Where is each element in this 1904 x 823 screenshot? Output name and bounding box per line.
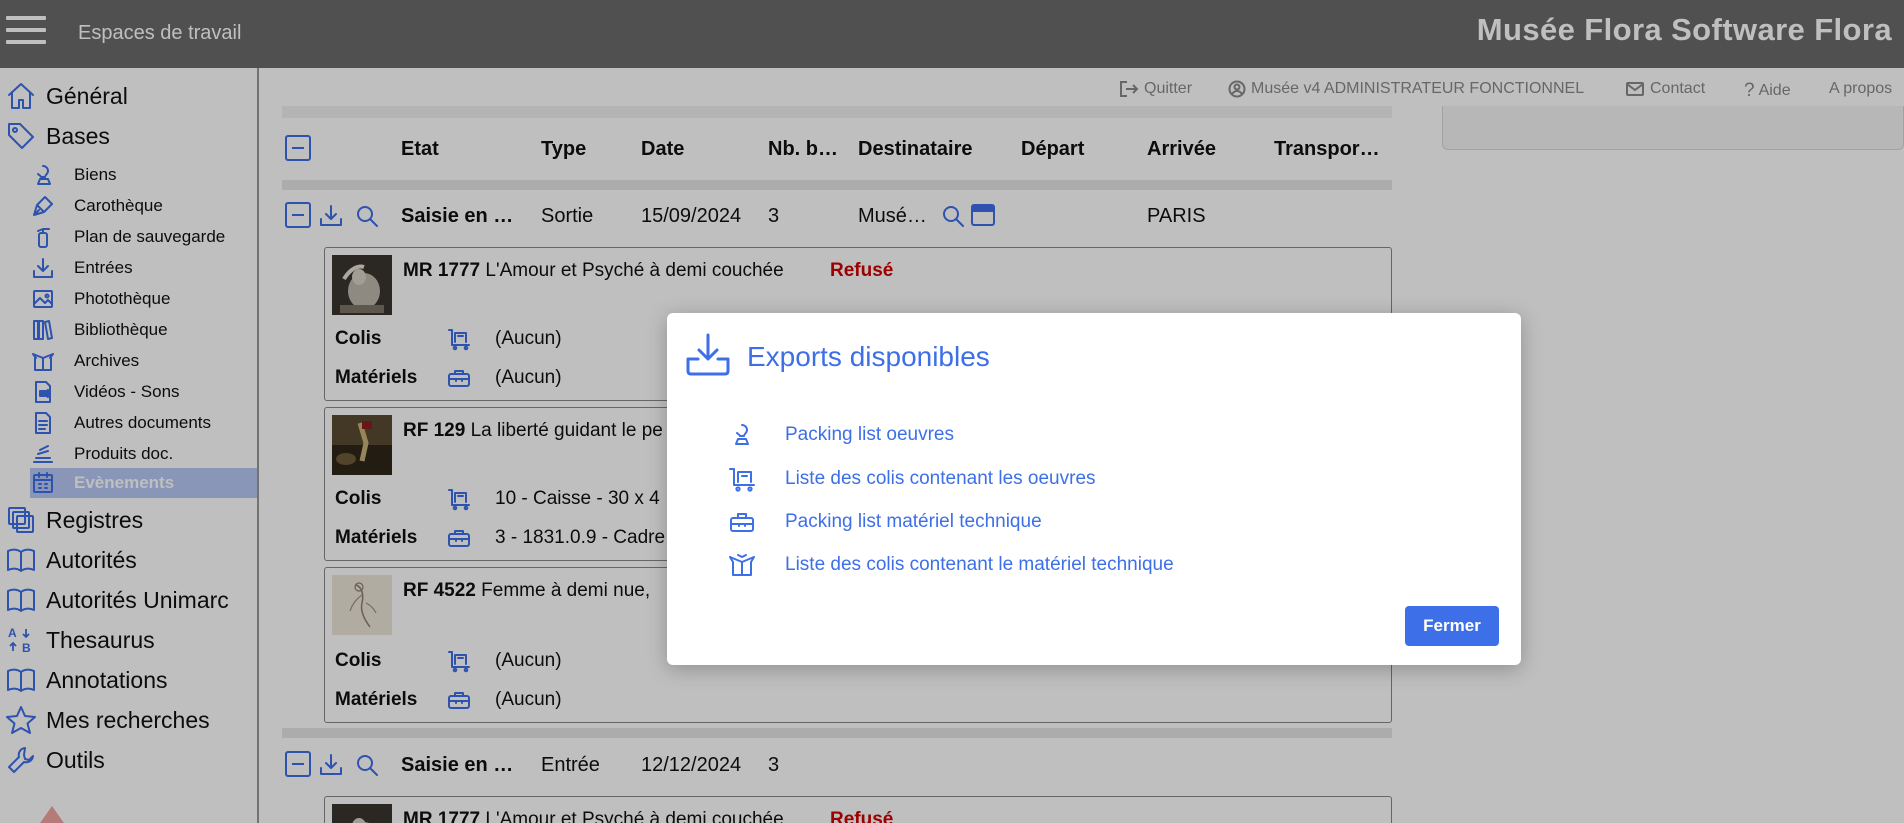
box-open-icon: [729, 554, 755, 576]
close-button[interactable]: Fermer: [1405, 606, 1499, 646]
export-packing-list-oeuvres[interactable]: Packing list oeuvres: [727, 420, 954, 450]
export-item-label: Liste des colis contenant les oeuvres: [785, 468, 1096, 489]
export-item-label: Packing list oeuvres: [785, 424, 954, 445]
export-item-label: Liste des colis contenant le matériel te…: [785, 554, 1174, 575]
exports-dialog: Exports disponibles Packing list oeuvres…: [667, 313, 1521, 665]
export-colis-oeuvres[interactable]: Liste des colis contenant les oeuvres: [727, 464, 1096, 494]
export-item-label: Packing list matériel technique: [785, 511, 1042, 532]
bust-icon: [735, 424, 749, 445]
export-packing-list-materiel[interactable]: Packing list matériel technique: [727, 507, 1042, 537]
cart-box-icon: [729, 468, 755, 492]
dialog-title: Exports disponibles: [747, 341, 990, 372]
toolbox-icon: [730, 513, 754, 532]
export-colis-materiel[interactable]: Liste des colis contenant le matériel te…: [727, 550, 1174, 580]
download-icon: [686, 333, 730, 376]
